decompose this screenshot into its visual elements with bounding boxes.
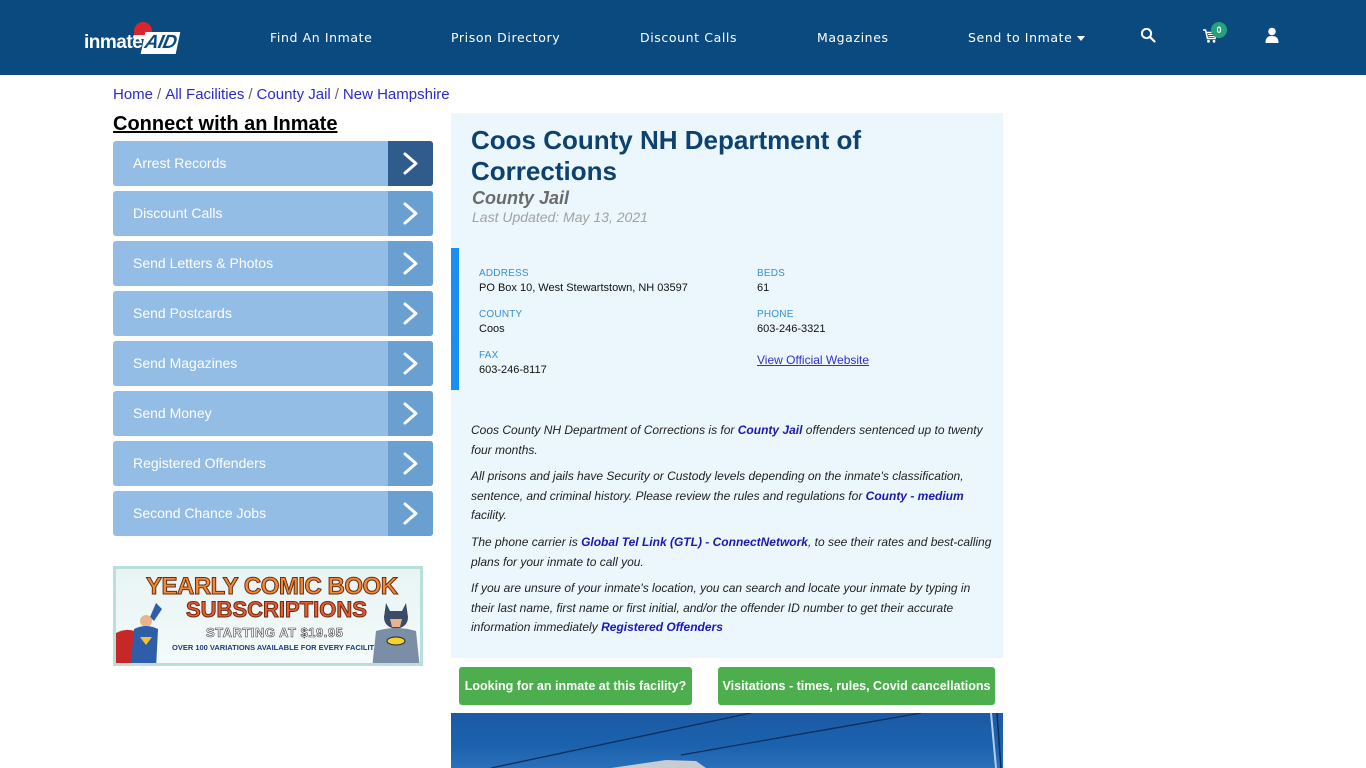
breadcrumb-county-jail[interactable]: County Jail: [257, 86, 331, 103]
paragraph-text: Coos County NH Department of Corrections…: [471, 423, 738, 437]
breadcrumb-separator: /: [157, 86, 162, 103]
phone-value: 603-246-3321: [757, 323, 826, 335]
description-paragraph-1: Coos County NH Department of Corrections…: [471, 421, 996, 460]
comic-book-ad-banner[interactable]: YEARLY COMIC BOOK SUBSCRIPTIONS STARTING…: [113, 566, 423, 666]
gtl-connectnetwork-link[interactable]: Global Tel Link (GTL) - ConnectNetwork: [581, 535, 808, 549]
logo-text: inmateAID: [84, 32, 181, 54]
sidebar-item-label: Registered Offenders: [133, 455, 266, 471]
facility-photo: [451, 713, 1003, 768]
chevron-right-icon: [388, 291, 433, 336]
nav-prison-directory[interactable]: Prison Directory: [451, 30, 560, 45]
logo-accent-text: AID: [140, 32, 181, 54]
logo-main-text: inmate: [84, 32, 143, 53]
sidebar-item-send-postcards[interactable]: Send Postcards: [113, 291, 433, 336]
search-icon[interactable]: [1140, 27, 1158, 45]
inmateaid-logo[interactable]: inmateAID: [84, 22, 184, 54]
paragraph-text: The phone carrier is: [471, 535, 582, 549]
sidebar-item-registered-offenders[interactable]: Registered Offenders: [113, 441, 433, 486]
fax-label: FAX: [479, 350, 499, 361]
description-paragraph-2: All prisons and jails have Security or C…: [471, 467, 996, 526]
chevron-right-icon: [388, 491, 433, 536]
description-paragraph-4: If you are unsure of your inmate's locat…: [471, 579, 996, 638]
facility-type: County Jail: [472, 188, 570, 208]
last-updated: Last Updated: May 13, 2021: [472, 209, 648, 225]
breadcrumb-all-facilities[interactable]: All Facilities: [165, 86, 244, 103]
sidebar-item-label: Discount Calls: [133, 205, 223, 221]
official-website-link[interactable]: View Official Website: [757, 353, 869, 367]
cart-count-badge: 0: [1211, 22, 1227, 38]
address-label: ADDRESS: [479, 268, 529, 279]
phone-label: PHONE: [757, 309, 794, 320]
ad-subtext: OVER 100 VARIATIONS AVAILABLE FOR EVERY …: [172, 643, 380, 652]
beds-label: BEDS: [757, 268, 786, 279]
ad-headline-2: SUBSCRIPTIONS: [186, 597, 368, 623]
find-inmate-at-facility-button[interactable]: Looking for an inmate at this facility?: [459, 667, 692, 705]
sidebar-item-label: Arrest Records: [133, 155, 227, 171]
ad-price-text: STARTING AT $19.95: [206, 625, 344, 641]
breadcrumb-new-hampshire[interactable]: New Hampshire: [343, 86, 450, 103]
chevron-right-icon: [388, 191, 433, 236]
superman-illustration: [116, 603, 166, 663]
address-value: PO Box 10, West Stewartstown, NH 03597: [479, 282, 688, 294]
user-icon[interactable]: [1265, 27, 1283, 45]
county-medium-link[interactable]: County - medium: [866, 489, 964, 503]
sidebar-item-send-money[interactable]: Send Money: [113, 391, 433, 436]
chevron-right-icon: [388, 391, 433, 436]
nav-find-an-inmate[interactable]: Find An Inmate: [270, 30, 372, 45]
chevron-right-icon: [388, 141, 433, 186]
visitations-button[interactable]: Visitations - times, rules, Covid cancel…: [718, 667, 995, 705]
county-label: COUNTY: [479, 309, 523, 320]
sidebar-title: Connect with an Inmate: [113, 113, 338, 135]
description-paragraph-3: The phone carrier is Global Tel Link (GT…: [471, 533, 996, 572]
paragraph-text: facility.: [471, 508, 507, 522]
nav-send-to-inmate[interactable]: Send to Inmate: [968, 30, 1086, 45]
nav-discount-calls[interactable]: Discount Calls: [640, 30, 737, 45]
sidebar-item-send-letters-photos[interactable]: Send Letters & Photos: [113, 241, 433, 286]
batman-illustration: [372, 599, 420, 663]
nav-send-to-inmate-label: Send to Inmate: [968, 30, 1073, 45]
breadcrumb-home[interactable]: Home: [113, 86, 153, 103]
county-value: Coos: [479, 323, 505, 335]
info-accent-bar: [451, 248, 459, 390]
sidebar-item-label: Second Chance Jobs: [133, 505, 267, 521]
breadcrumb-separator: /: [334, 86, 339, 103]
breadcrumb-separator: /: [248, 86, 253, 103]
sidebar-item-arrest-records[interactable]: Arrest Records: [113, 141, 433, 186]
top-navbar: inmateAID Find An Inmate Prison Director…: [0, 0, 1366, 75]
facility-title: Coos County NH Department of Corrections: [471, 125, 861, 186]
registered-offenders-link[interactable]: Registered Offenders: [601, 620, 723, 634]
beds-value: 61: [757, 282, 770, 294]
sidebar-item-label: Send Postcards: [133, 305, 232, 321]
chevron-right-icon: [388, 441, 433, 486]
chevron-right-icon: [388, 341, 433, 386]
county-jail-link[interactable]: County Jail: [738, 423, 803, 437]
chevron-right-icon: [388, 241, 433, 286]
breadcrumb: Home / All Facilities / County Jail / New Hamp…: [113, 86, 450, 103]
sidebar-item-discount-calls[interactable]: Discount Calls: [113, 191, 433, 236]
sidebar-item-send-magazines[interactable]: Send Magazines: [113, 341, 433, 386]
sidebar-item-second-chance-jobs[interactable]: Second Chance Jobs: [113, 491, 433, 536]
nav-magazines[interactable]: Magazines: [817, 30, 889, 45]
sidebar-item-label: Send Magazines: [133, 355, 238, 371]
caret-down-icon: [1077, 36, 1086, 41]
fax-value: 603-246-8117: [479, 364, 547, 376]
sidebar-item-label: Send Money: [133, 405, 212, 421]
sidebar-item-label: Send Letters & Photos: [133, 255, 274, 271]
